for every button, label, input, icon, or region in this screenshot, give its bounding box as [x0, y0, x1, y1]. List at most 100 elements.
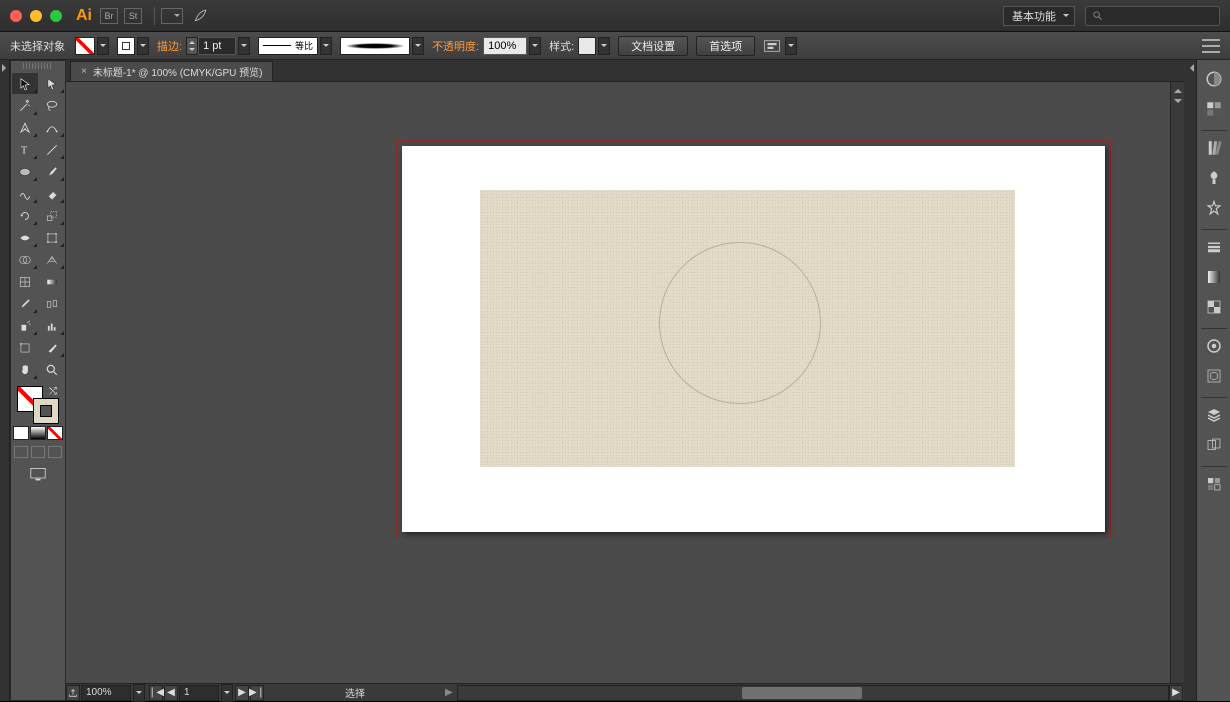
artboards-panel-icon[interactable] [1201, 432, 1227, 458]
align-to-dropdown[interactable] [763, 37, 783, 55]
magic-wand-tool[interactable] [12, 95, 38, 116]
artboard-last-icon[interactable]: ▶❘ [250, 685, 264, 701]
zoom-tool[interactable] [39, 359, 65, 380]
preferences-button[interactable]: 首选项 [696, 36, 755, 56]
swatches-panel-icon[interactable] [1201, 135, 1227, 161]
column-graph-tool[interactable] [39, 315, 65, 336]
document-setup-button[interactable]: 文档设置 [618, 36, 688, 56]
align-to-dropdown-arrow[interactable] [785, 37, 797, 55]
color-mode-none[interactable] [47, 426, 63, 440]
zoom-dropdown[interactable] [133, 684, 145, 702]
symbol-sprayer-tool[interactable] [12, 315, 38, 336]
hand-tool[interactable] [12, 359, 38, 380]
color-guide-panel-icon[interactable] [1201, 96, 1227, 122]
brush-definition-dropdown[interactable] [412, 37, 424, 55]
gpu-feather-icon[interactable] [193, 8, 207, 24]
variable-width-profile[interactable]: 等比 [258, 37, 318, 55]
stock-chip[interactable]: St [124, 8, 142, 24]
stroke-panel-icon[interactable] [1201, 234, 1227, 260]
libraries-panel-icon[interactable] [1201, 471, 1227, 497]
ellipse-path[interactable] [659, 242, 821, 404]
bridge-chip[interactable]: Br [100, 8, 118, 24]
vertical-scrollbar[interactable] [1170, 82, 1184, 683]
arrange-documents-dropdown[interactable] [161, 8, 183, 24]
direct-selection-tool[interactable] [39, 73, 65, 94]
gradient-panel-icon[interactable] [1201, 264, 1227, 290]
zoom-field[interactable]: 100% [81, 685, 131, 701]
slice-tool[interactable] [39, 337, 65, 358]
pen-tool[interactable] [12, 117, 38, 138]
color-panel-icon[interactable] [1201, 66, 1227, 92]
tab-close-icon[interactable]: × [81, 66, 87, 77]
fill-color-dropdown[interactable] [97, 37, 109, 55]
shaper-tool[interactable] [12, 183, 38, 204]
artboard-prev-icon[interactable]: ◀ [164, 685, 178, 701]
search-input[interactable] [1085, 6, 1220, 26]
draw-normal[interactable] [14, 446, 28, 458]
gradient-tool[interactable] [39, 271, 65, 292]
opacity-dropdown[interactable] [529, 37, 541, 55]
appearance-panel-icon[interactable] [1201, 333, 1227, 359]
document-tab[interactable]: × 未标题-1* @ 100% (CMYK/GPU 预览) [70, 61, 273, 81]
selection-tool[interactable] [12, 73, 38, 94]
opacity-field[interactable]: 100% [483, 37, 527, 55]
window-close-button[interactable] [10, 10, 22, 22]
variable-width-dropdown[interactable] [320, 37, 332, 55]
brushes-panel-icon[interactable] [1201, 165, 1227, 191]
stroke-weight-dropdown[interactable] [238, 37, 250, 55]
graphic-style-swatch[interactable] [578, 37, 596, 55]
symbols-panel-icon[interactable] [1201, 195, 1227, 221]
scale-tool[interactable] [39, 205, 65, 226]
artboard-tool[interactable] [12, 337, 38, 358]
lasso-tool[interactable] [39, 95, 65, 116]
scrollbar-thumb[interactable] [742, 687, 862, 699]
paintbrush-tool[interactable] [39, 161, 65, 182]
draw-behind[interactable] [31, 446, 45, 458]
stroke-swatch[interactable] [33, 398, 59, 424]
color-mode-solid[interactable] [13, 426, 29, 440]
stroke-weight-field[interactable]: 1 pt [198, 37, 236, 55]
artboard-first-icon[interactable]: ❘◀ [149, 685, 163, 701]
stroke-color-swatch[interactable] [117, 37, 135, 55]
brush-definition[interactable] [340, 37, 410, 55]
mesh-tool[interactable] [12, 271, 38, 292]
expand-icon[interactable] [2, 64, 10, 72]
scroll-up-icon[interactable] [1171, 82, 1184, 96]
workspace-switcher[interactable]: 基本功能 [1003, 6, 1075, 26]
layers-panel-icon[interactable] [1201, 402, 1227, 428]
width-tool[interactable] [12, 227, 38, 248]
color-mode-gradient[interactable] [30, 426, 46, 440]
graphic-style-dropdown[interactable] [598, 37, 610, 55]
perspective-grid-tool[interactable] [39, 249, 65, 270]
shape-builder-tool[interactable] [12, 249, 38, 270]
artboard-next-icon[interactable]: ▶ [235, 685, 249, 701]
ellipse-tool[interactable] [12, 161, 38, 182]
fill-color-swatch[interactable] [75, 37, 95, 55]
line-tool[interactable] [39, 139, 65, 160]
artboard[interactable] [402, 146, 1105, 532]
type-tool[interactable]: T [12, 139, 38, 160]
fill-stroke-control[interactable]: ⤭ [17, 386, 59, 424]
draw-inside[interactable] [48, 446, 62, 458]
scroll-down-icon[interactable] [1171, 96, 1184, 110]
window-minimize-button[interactable] [30, 10, 42, 22]
stroke-label[interactable]: 描边: [157, 38, 182, 54]
swap-fill-stroke-icon[interactable]: ⤭ [49, 386, 57, 397]
artboard-dropdown[interactable] [221, 684, 233, 702]
opacity-label[interactable]: 不透明度: [432, 38, 479, 54]
graphic-styles-panel-icon[interactable] [1201, 363, 1227, 389]
screen-mode-button[interactable] [28, 466, 48, 482]
canvas[interactable] [66, 82, 1184, 683]
collapse-icon[interactable] [1186, 64, 1194, 72]
curvature-tool[interactable] [39, 117, 65, 138]
window-zoom-button[interactable] [50, 10, 62, 22]
eyedropper-tool[interactable] [12, 293, 38, 314]
stroke-weight-stepper[interactable] [186, 37, 198, 55]
toolbox-grip[interactable] [23, 63, 53, 69]
scroll-right-icon[interactable]: ▶ [1169, 685, 1183, 701]
export-icon[interactable] [66, 685, 80, 701]
blend-tool[interactable] [39, 293, 65, 314]
rotate-tool[interactable] [12, 205, 38, 226]
stroke-color-dropdown[interactable] [137, 37, 149, 55]
transparency-panel-icon[interactable] [1201, 294, 1227, 320]
